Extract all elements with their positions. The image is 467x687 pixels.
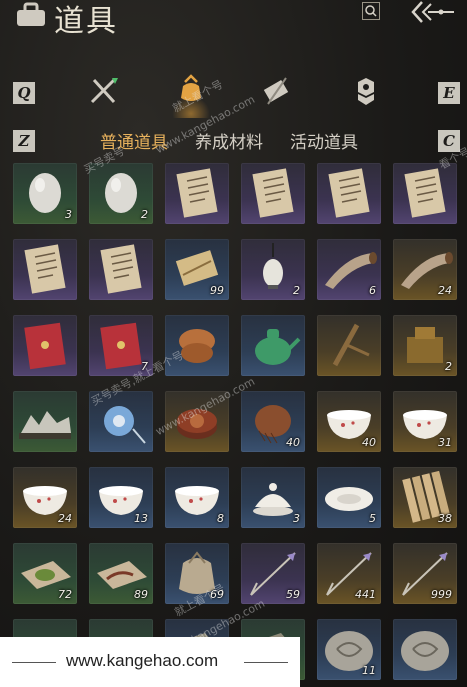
item-quantity: 13 bbox=[134, 512, 148, 525]
tab-scrolls[interactable] bbox=[258, 74, 294, 110]
item-slot[interactable] bbox=[317, 315, 381, 376]
item-quantity: 24 bbox=[58, 512, 72, 525]
item-slot[interactable]: 3 bbox=[241, 467, 305, 528]
subtab-event-items[interactable]: 活动道具 bbox=[290, 128, 358, 153]
watermark-url: www.kangehao.com bbox=[66, 651, 219, 670]
item-slot[interactable]: 99 bbox=[165, 239, 229, 300]
item-quantity: 441 bbox=[355, 588, 376, 601]
back-icon[interactable] bbox=[410, 0, 456, 28]
search-icon bbox=[365, 5, 377, 17]
item-quantity: 31 bbox=[438, 436, 452, 449]
hotkey-prev-subtab[interactable]: Z bbox=[13, 130, 35, 152]
item-slot[interactable]: 5 bbox=[317, 467, 381, 528]
item-quantity: 5 bbox=[369, 512, 376, 525]
item-slot[interactable] bbox=[393, 163, 457, 224]
item-slot[interactable]: 59 bbox=[241, 543, 305, 604]
item-quantity: 40 bbox=[362, 436, 376, 449]
item-slot[interactable] bbox=[89, 239, 153, 300]
item-slot[interactable] bbox=[13, 239, 77, 300]
item-slot[interactable]: 38 bbox=[393, 467, 457, 528]
item-slot[interactable]: 24 bbox=[393, 239, 457, 300]
item-quantity: 2 bbox=[141, 208, 148, 221]
item-quantity: 6 bbox=[369, 284, 376, 297]
letter-icon bbox=[328, 168, 370, 218]
item-slot[interactable] bbox=[317, 163, 381, 224]
item-slot[interactable]: 40 bbox=[317, 391, 381, 452]
letter-icon bbox=[24, 244, 66, 294]
item-quantity: 38 bbox=[438, 512, 452, 525]
item-quantity: 59 bbox=[286, 588, 300, 601]
crossed-swords-icon bbox=[90, 78, 118, 104]
badge-icon bbox=[358, 78, 374, 105]
item-quantity: 8 bbox=[217, 512, 224, 525]
item-quantity: 40 bbox=[286, 436, 300, 449]
letter-icon bbox=[404, 168, 446, 218]
red-envelope-icon bbox=[24, 322, 66, 370]
item-quantity: 89 bbox=[134, 588, 148, 601]
item-quantity: 2 bbox=[445, 360, 452, 373]
page-title: 道具 bbox=[54, 4, 118, 39]
item-slot[interactable]: 6 bbox=[317, 239, 381, 300]
item-slot[interactable]: 999 bbox=[393, 543, 457, 604]
item-slot[interactable]: 441 bbox=[317, 543, 381, 604]
item-slot[interactable]: 72 bbox=[13, 543, 77, 604]
item-quantity: 99 bbox=[210, 284, 224, 297]
hotkey-next-category[interactable]: E bbox=[438, 82, 460, 104]
item-quantity: 72 bbox=[58, 588, 72, 601]
item-quantity: 11 bbox=[362, 664, 376, 677]
rock-display-icon bbox=[19, 411, 71, 439]
letter-icon bbox=[100, 244, 142, 294]
item-quantity: 3 bbox=[65, 208, 72, 221]
letter-icon bbox=[176, 168, 218, 218]
item-slot[interactable] bbox=[241, 315, 305, 376]
tab-insignia[interactable] bbox=[348, 74, 384, 110]
item-slot[interactable] bbox=[393, 619, 457, 680]
bag-icon bbox=[17, 2, 45, 26]
item-slot[interactable]: 89 bbox=[89, 543, 153, 604]
tool-icon bbox=[332, 323, 370, 367]
item-slot[interactable]: 31 bbox=[393, 391, 457, 452]
item-quantity: 24 bbox=[438, 284, 452, 297]
item-slot[interactable] bbox=[13, 315, 77, 376]
search-button[interactable] bbox=[362, 2, 380, 20]
item-grid: 3 2 99 2 6 24 7 2 40 40 31 24 13 8 3 5 38 72 89 69 59 441 999 1… bbox=[13, 163, 459, 687]
subtab-bar: 普通道具 养成材料 活动道具 bbox=[100, 126, 400, 156]
item-slot[interactable]: 40 bbox=[241, 391, 305, 452]
item-slot[interactable]: 13 bbox=[89, 467, 153, 528]
item-slot[interactable]: 2 bbox=[393, 315, 457, 376]
fossil-icon bbox=[401, 631, 449, 671]
item-quantity: 3 bbox=[293, 512, 300, 525]
letter-icon bbox=[252, 168, 294, 218]
scroll-icon bbox=[263, 77, 289, 105]
item-quantity: 2 bbox=[293, 284, 300, 297]
header-bar: 道具 bbox=[0, 0, 467, 40]
hotkey-prev-category[interactable]: Q bbox=[13, 82, 35, 104]
item-slot[interactable]: 11 bbox=[317, 619, 381, 680]
watermark-banner: www.kangehao.com bbox=[0, 637, 300, 687]
item-slot[interactable]: 2 bbox=[241, 239, 305, 300]
item-quantity: 999 bbox=[431, 588, 452, 601]
item-slot[interactable] bbox=[165, 163, 229, 224]
item-slot[interactable]: 24 bbox=[13, 467, 77, 528]
item-slot[interactable] bbox=[13, 391, 77, 452]
item-slot[interactable] bbox=[241, 163, 305, 224]
divider bbox=[244, 662, 288, 663]
tab-weapons[interactable] bbox=[86, 74, 122, 110]
divider bbox=[12, 662, 56, 663]
teapot-icon bbox=[255, 329, 301, 365]
item-slot[interactable]: 2 bbox=[89, 163, 153, 224]
item-slot[interactable]: 3 bbox=[13, 163, 77, 224]
item-slot[interactable]: 8 bbox=[165, 467, 229, 528]
